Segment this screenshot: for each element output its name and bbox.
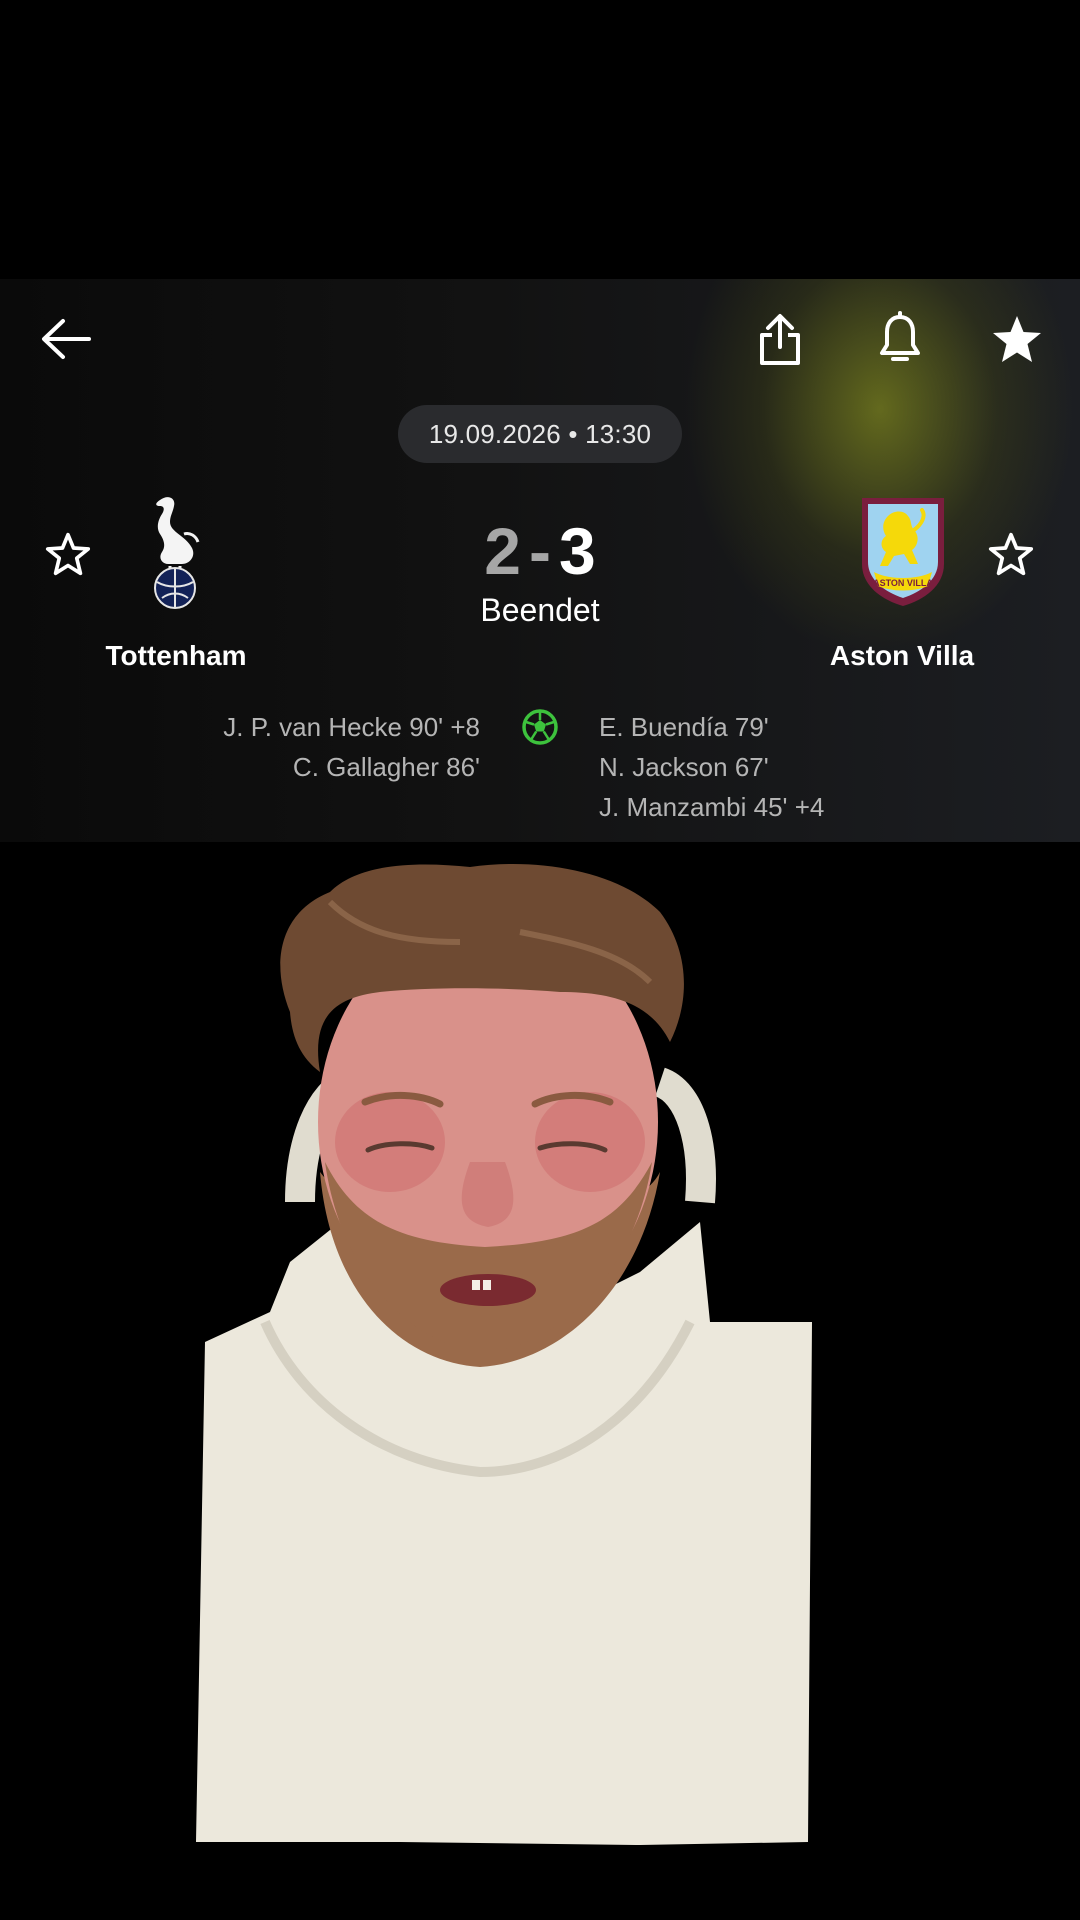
match-header-panel: 19.09.2026 • 13:30 ASTON VILLA Tottenham… [0, 279, 1080, 842]
home-score: 2 [484, 514, 521, 588]
star-filled-icon [993, 316, 1041, 362]
away-scorer: J. Manzambi 45' +4 [599, 792, 825, 822]
home-scorer: J. P. van Hecke 90' +8 [223, 712, 480, 742]
notification-button[interactable] [870, 307, 930, 371]
home-scorer: C. Gallagher 86' [292, 752, 480, 782]
bell-icon [880, 311, 920, 361]
back-button[interactable] [30, 309, 100, 369]
creator-cutout-image [196, 864, 812, 1845]
favorite-home-team-button[interactable] [40, 526, 96, 582]
match-score: 2-3 [440, 511, 640, 591]
aston-villa-crest[interactable]: ASTON VILLA [858, 494, 948, 609]
tottenham-crest-logo [154, 497, 200, 609]
score-separator: - [529, 514, 551, 588]
aston-villa-crest-logo: ASTON VILLA [862, 498, 944, 606]
soccer-ball-icon [522, 709, 558, 745]
away-team-name[interactable]: Aston Villa [802, 640, 1002, 672]
star-outline-icon [988, 532, 1034, 576]
creator-video-overlay [0, 842, 1080, 1920]
star-outline-icon [45, 532, 91, 576]
match-datetime: 19.09.2026 • 13:30 [398, 405, 682, 463]
favorite-away-team-button[interactable] [983, 526, 1039, 582]
crest-text: ASTON VILLA [873, 578, 933, 588]
tottenham-crest[interactable] [140, 494, 210, 609]
home-team-name[interactable]: Tottenham [76, 640, 276, 672]
away-scorer: E. Buendía 79' [599, 712, 769, 742]
share-icon [760, 314, 800, 365]
match-status: Beendet [480, 592, 600, 628]
away-score: 3 [558, 514, 596, 588]
favorite-match-button[interactable] [985, 307, 1049, 371]
away-scorer: N. Jackson 67' [599, 752, 769, 782]
arrow-left-icon [42, 319, 91, 359]
share-button[interactable] [750, 305, 810, 373]
